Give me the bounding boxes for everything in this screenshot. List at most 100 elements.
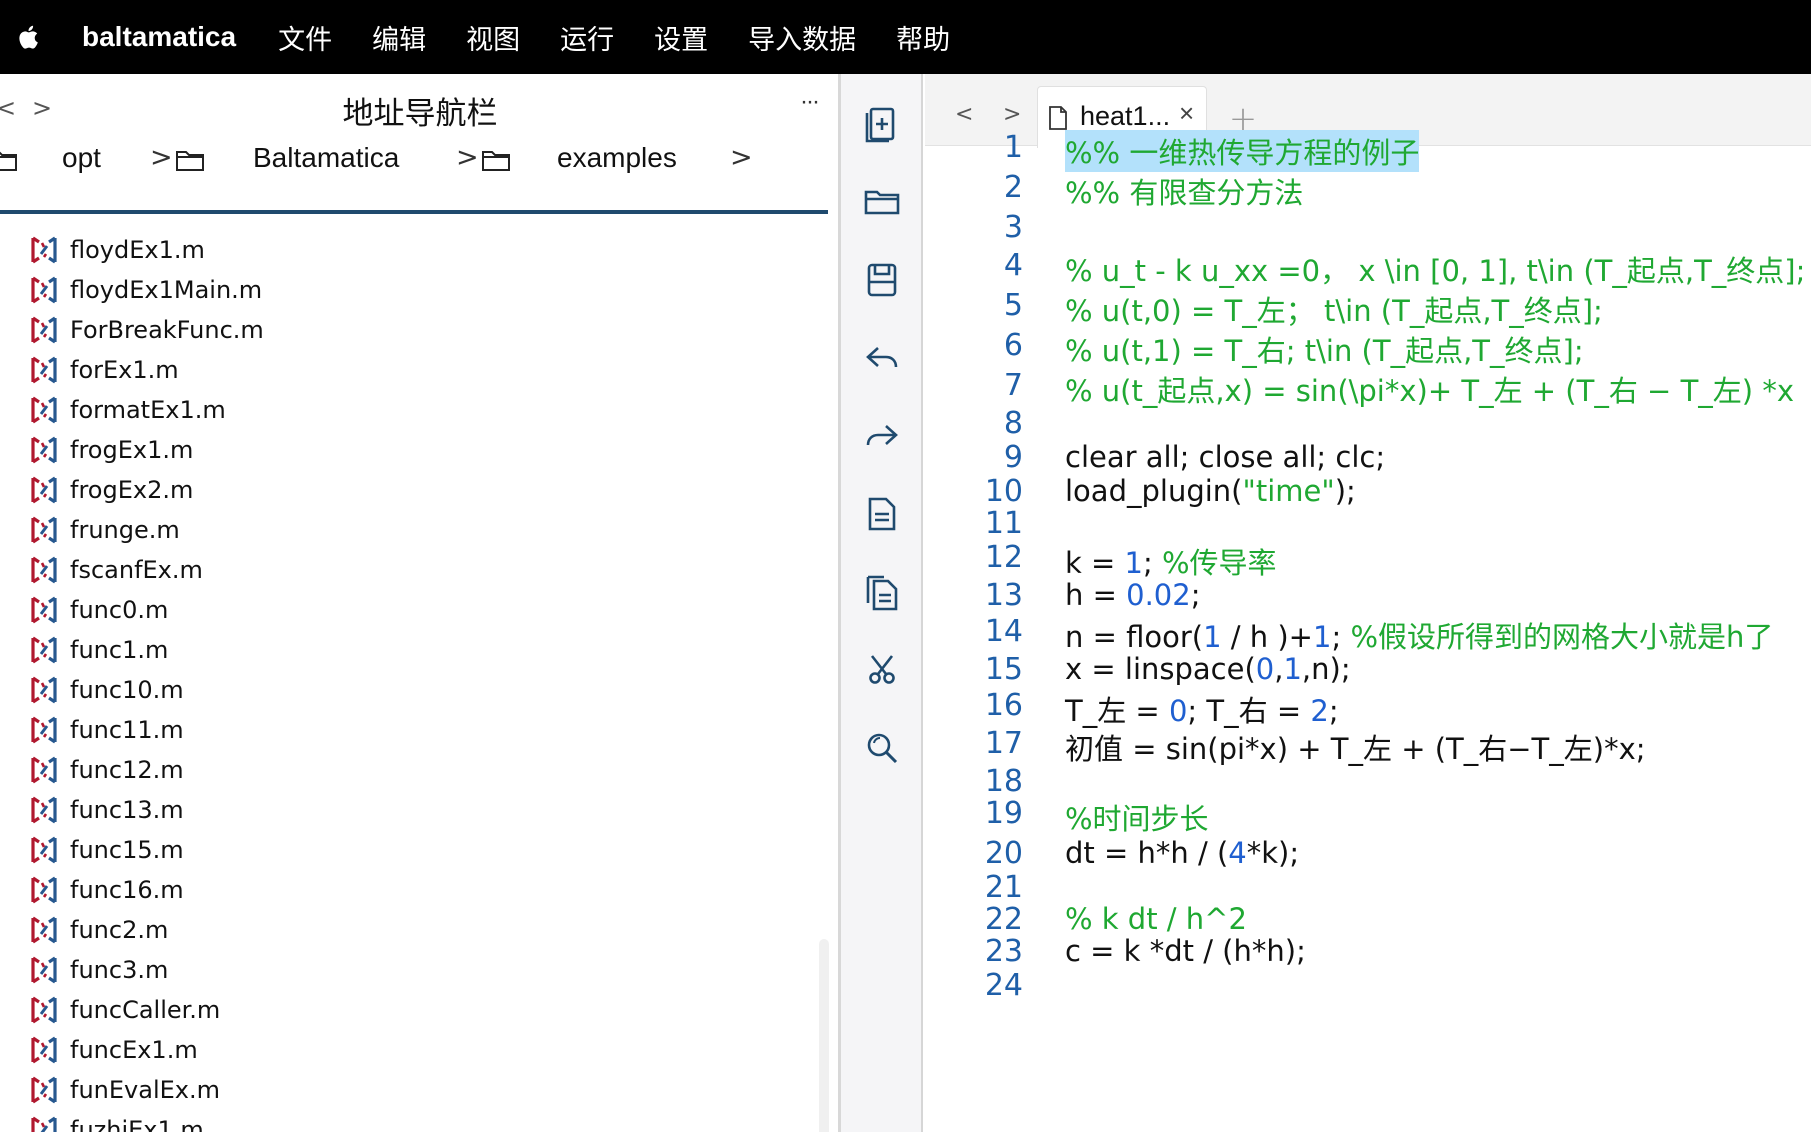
file-list-item[interactable]: floydEx1.m: [0, 230, 800, 270]
address-bar-underline: [0, 210, 828, 214]
code-line[interactable]: 12 k = 1; %传导率: [925, 540, 1811, 580]
code-string: "time": [1242, 474, 1335, 508]
code-comment: % u_t - k u_xx =0， x \in [0, 1], t\in (T…: [1065, 254, 1806, 288]
code-number: 1: [1283, 652, 1302, 686]
tab-forward-button[interactable]: >: [1003, 102, 1021, 127]
file-list-item[interactable]: floydEx1Main.m: [0, 270, 800, 310]
more-options-icon[interactable]: ···: [800, 88, 820, 116]
copy-icon[interactable]: [862, 572, 902, 612]
breadcrumb-examples[interactable]: examples: [557, 142, 677, 174]
code-line[interactable]: 3: [925, 210, 1811, 250]
code-line[interactable]: 2 %% 有限查分方法: [925, 170, 1811, 210]
menu-view[interactable]: 视图: [466, 18, 520, 57]
file-list-item[interactable]: frunge.m: [0, 510, 800, 550]
file-list-item[interactable]: fscanfEx.m: [0, 550, 800, 590]
file-name: fuzhiEx1.m: [70, 1116, 204, 1132]
file-list-item[interactable]: frogEx1.m: [0, 430, 800, 470]
paste-icon[interactable]: [862, 494, 902, 534]
file-list-item[interactable]: func2.m: [0, 910, 800, 950]
file-list-item[interactable]: func3.m: [0, 950, 800, 990]
cut-icon[interactable]: [862, 650, 902, 690]
file-list-item[interactable]: fuzhiEx1.m: [0, 1110, 800, 1132]
breadcrumb-baltamatica[interactable]: Baltamatica: [253, 142, 399, 174]
file-list-item[interactable]: forEx1.m: [0, 350, 800, 390]
new-file-icon[interactable]: [862, 104, 902, 144]
code-text: 初值 = sin(pi*x) + T_左 + (T_右−T_左)*x;: [1065, 726, 1646, 768]
save-icon[interactable]: [862, 260, 902, 300]
file-name: funEvalEx.m: [70, 1076, 220, 1104]
code-line[interactable]: 16 T_左 = 0; T_右 = 2;: [925, 688, 1811, 728]
redo-icon[interactable]: [862, 416, 902, 456]
breadcrumb-opt[interactable]: opt: [62, 142, 101, 174]
code-line[interactable]: 4 % u_t - k u_xx =0， x \in [0, 1], t\in (…: [925, 248, 1811, 288]
code-line[interactable]: 14 n = floor(1 / h )+1; %假设所得到的网格大小就是h了: [925, 614, 1811, 654]
code-line[interactable]: 13 h = 0.02;: [925, 578, 1811, 618]
code-comment: %% 有限查分方法: [1065, 176, 1304, 210]
file-list-item[interactable]: func0.m: [0, 590, 800, 630]
file-list-item[interactable]: funcEx1.m: [0, 1030, 800, 1070]
open-folder-icon[interactable]: [862, 182, 902, 222]
file-list-item[interactable]: func11.m: [0, 710, 800, 750]
find-icon[interactable]: [862, 728, 902, 768]
code-comment: %% 一维热传导方程的例子: [1065, 136, 1420, 170]
m-file-icon: [31, 356, 57, 384]
line-number: 24: [984, 968, 1023, 1003]
file-list-scrollbar[interactable]: [819, 939, 829, 1132]
file-list-item[interactable]: func15.m: [0, 830, 800, 870]
file-list-item[interactable]: func16.m: [0, 870, 800, 910]
code-comment: % u(t_起点,x) = sin(\pi*x)+ T_左 + (T_右 − T…: [1065, 374, 1794, 408]
menu-app-name[interactable]: baltamatica: [82, 21, 236, 53]
file-list-item[interactable]: funcCaller.m: [0, 990, 800, 1030]
line-number: 5: [1003, 288, 1023, 323]
file-name: func11.m: [70, 716, 184, 744]
line-number: 13: [984, 578, 1023, 613]
code-line[interactable]: 15 x = linspace(0,1,n);: [925, 652, 1811, 692]
line-number: 19: [984, 796, 1023, 831]
file-list-item[interactable]: func10.m: [0, 670, 800, 710]
code-text: % u(t_起点,x) = sin(\pi*x)+ T_左 + (T_右 − T…: [1065, 368, 1794, 410]
code-text: n = floor(1 / h )+1; %假设所得到的网格大小就是h了: [1065, 614, 1773, 656]
menu-settings[interactable]: 设置: [654, 18, 708, 57]
code-token: ;: [1142, 546, 1162, 580]
file-list-item[interactable]: func13.m: [0, 790, 800, 830]
code-line[interactable]: 6 % u(t,1) = T_右; t\in (T_起点,T_终点];: [925, 328, 1811, 368]
undo-icon[interactable]: [862, 338, 902, 378]
code-line[interactable]: 24: [925, 968, 1811, 1008]
file-list-item[interactable]: funEvalEx.m: [0, 1070, 800, 1110]
tab-back-button[interactable]: <: [955, 102, 973, 127]
code-text: c = k *dt / (h*h);: [1065, 934, 1306, 968]
m-file-icon: [31, 1076, 57, 1104]
menu-file[interactable]: 文件: [278, 18, 332, 57]
file-list-item[interactable]: func1.m: [0, 630, 800, 670]
m-file-icon: [31, 276, 57, 304]
code-line[interactable]: 17 初值 = sin(pi*x) + T_左 + (T_右−T_左)*x;: [925, 726, 1811, 766]
line-number: 20: [984, 836, 1023, 871]
line-number: 10: [984, 474, 1023, 509]
code-text: h = 0.02;: [1065, 578, 1200, 612]
menu-help[interactable]: 帮助: [896, 18, 950, 57]
file-name: func2.m: [70, 916, 169, 944]
address-bar: < > 地址导航栏 ··· opt > Baltamatica > exampl…: [0, 74, 840, 214]
apple-logo-icon[interactable]: [14, 20, 48, 54]
code-line[interactable]: 19 %时间步长: [925, 796, 1811, 836]
m-file-icon: [31, 836, 57, 864]
m-file-icon: [31, 916, 57, 944]
file-list-item[interactable]: formatEx1.m: [0, 390, 800, 430]
code-line[interactable]: 1 %% 一维热传导方程的例子: [925, 130, 1811, 172]
code-comment: % u(t,0) = T_左； t\in (T_起点,T_终点];: [1065, 294, 1603, 328]
tab-close-icon[interactable]: ×: [1179, 98, 1194, 129]
menu-import-data[interactable]: 导入数据: [748, 18, 856, 57]
code-line[interactable]: 5 % u(t,0) = T_左； t\in (T_起点,T_终点];: [925, 288, 1811, 328]
line-number: 23: [984, 934, 1023, 969]
file-list-item[interactable]: ForBreakFunc.m: [0, 310, 800, 350]
code-line[interactable]: 7 % u(t_起点,x) = sin(\pi*x)+ T_左 + (T_右 − …: [925, 368, 1811, 408]
code-comment: % k dt / h^2: [1065, 902, 1247, 936]
code-area[interactable]: 1%% 一维热传导方程的例子 2%% 有限查分方法 3 4% u_t - k u_xx…: [925, 130, 1811, 1132]
line-number: 8: [1003, 406, 1023, 441]
m-file-icon: [31, 1036, 57, 1064]
file-list-item[interactable]: func12.m: [0, 750, 800, 790]
menu-run[interactable]: 运行: [560, 18, 614, 57]
file-list-item[interactable]: frogEx2.m: [0, 470, 800, 510]
file-name: func16.m: [70, 876, 184, 904]
menu-edit[interactable]: 编辑: [372, 18, 426, 57]
